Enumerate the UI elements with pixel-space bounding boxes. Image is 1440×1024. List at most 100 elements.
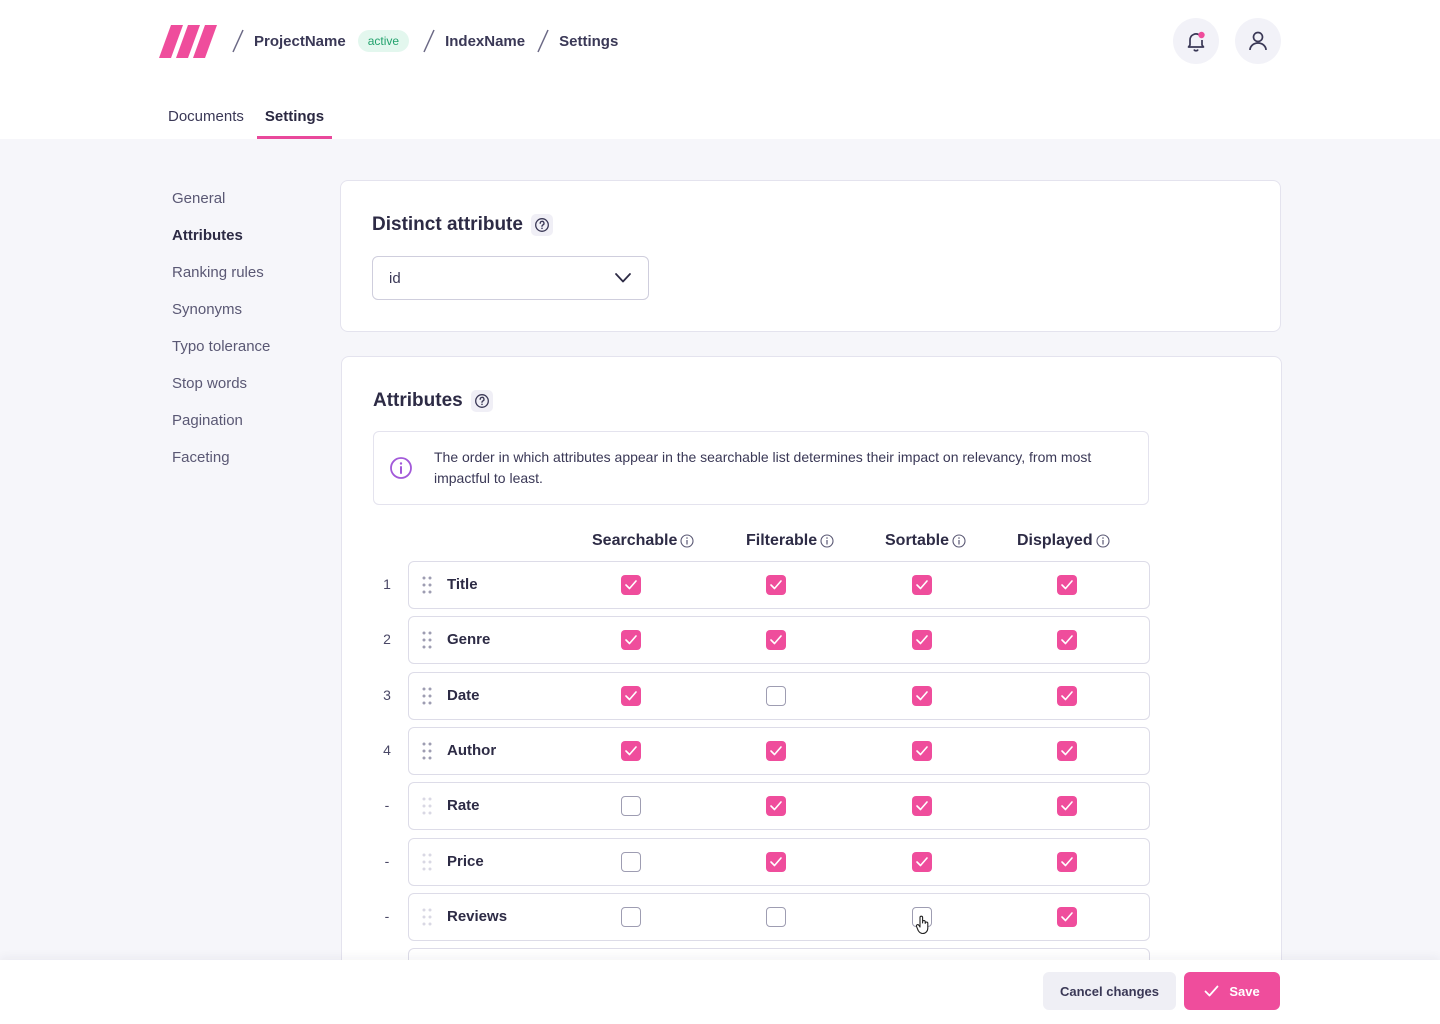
- distinct-attribute-select[interactable]: id: [372, 256, 649, 300]
- searchable-checkbox[interactable]: [621, 741, 641, 761]
- displayed-checkbox[interactable]: [1057, 630, 1077, 650]
- sortable-checkbox[interactable]: [912, 630, 932, 650]
- drag-handle-icon[interactable]: [422, 631, 432, 649]
- table-row[interactable]: Author: [408, 727, 1150, 775]
- displayed-checkbox[interactable]: [1057, 686, 1077, 706]
- help-icon[interactable]: [470, 390, 493, 412]
- filterable-checkbox[interactable]: [766, 630, 786, 650]
- chevron-down-icon: [615, 273, 631, 283]
- sidebar-item-stop-words[interactable]: Stop words: [172, 371, 270, 408]
- sortable-checkbox[interactable]: [912, 686, 932, 706]
- attribute-name: Genre: [447, 631, 491, 648]
- table-row[interactable]: Title: [408, 561, 1150, 609]
- check-icon: [1061, 857, 1073, 867]
- table-row[interactable]: Date: [408, 672, 1150, 720]
- check-icon: [1061, 746, 1073, 756]
- logo-icon[interactable]: [159, 25, 217, 58]
- profile-button[interactable]: [1235, 18, 1281, 64]
- searchable-checkbox[interactable]: [621, 907, 641, 927]
- displayed-checkbox[interactable]: [1057, 796, 1077, 816]
- slash-separator-icon: [537, 29, 549, 53]
- filterable-checkbox[interactable]: [766, 575, 786, 595]
- column-header-displayed: Displayed: [1017, 532, 1110, 550]
- drag-handle-icon[interactable]: [422, 853, 432, 871]
- searchable-checkbox[interactable]: [621, 575, 641, 595]
- table-row[interactable]: Price: [408, 838, 1150, 886]
- cancel-changes-button[interactable]: Cancel changes: [1043, 972, 1176, 1010]
- drag-handle-icon[interactable]: [422, 576, 432, 594]
- breadcrumb-project[interactable]: ProjectName: [254, 33, 346, 50]
- drag-handle-icon[interactable]: [422, 908, 432, 926]
- slash-separator-icon: [423, 29, 435, 53]
- check-icon: [1204, 985, 1219, 997]
- sidebar-item-ranking-rules[interactable]: Ranking rules: [172, 260, 270, 297]
- attribute-name: Price: [447, 853, 484, 870]
- sidebar-item-attributes[interactable]: Attributes: [172, 223, 270, 260]
- filterable-checkbox[interactable]: [766, 852, 786, 872]
- drag-handle-icon[interactable]: [422, 742, 432, 760]
- distinct-attribute-title: Distinct attribute: [372, 214, 523, 235]
- info-callout: The order in which attributes appear in …: [373, 431, 1149, 505]
- sidebar-item-pagination[interactable]: Pagination: [172, 408, 270, 445]
- check-icon: [916, 801, 928, 811]
- top-bar: ProjectName active IndexName Settings Do…: [0, 0, 1440, 139]
- bell-icon: [1187, 31, 1205, 52]
- slash-separator-icon: [232, 29, 244, 53]
- tab-bar: Documents Settings: [160, 102, 337, 139]
- column-header-sortable: Sortable: [885, 532, 966, 550]
- table-row[interactable]: Rate: [408, 782, 1150, 830]
- info-icon[interactable]: [1096, 534, 1110, 548]
- breadcrumb: ProjectName active IndexName Settings: [232, 28, 630, 54]
- sortable-checkbox[interactable]: [912, 575, 932, 595]
- column-label: Sortable: [885, 532, 950, 549]
- check-icon: [770, 801, 782, 811]
- column-header-filterable: Filterable: [746, 532, 834, 550]
- sidebar-item-typo-tolerance[interactable]: Typo tolerance: [172, 334, 270, 371]
- attribute-name: Author: [447, 742, 497, 759]
- searchable-checkbox[interactable]: [621, 630, 641, 650]
- displayed-checkbox[interactable]: [1057, 852, 1077, 872]
- searchable-checkbox[interactable]: [621, 852, 641, 872]
- drag-handle-icon[interactable]: [422, 797, 432, 815]
- info-text: The order in which attributes appear in …: [434, 449, 1092, 486]
- info-icon[interactable]: [680, 534, 694, 548]
- sortable-checkbox[interactable]: [912, 796, 932, 816]
- filterable-checkbox[interactable]: [766, 741, 786, 761]
- check-icon: [625, 635, 637, 645]
- breadcrumb-index[interactable]: IndexName: [445, 33, 525, 50]
- attribute-name: Rate: [447, 797, 480, 814]
- info-icon[interactable]: [952, 534, 966, 548]
- sortable-checkbox[interactable]: [912, 852, 932, 872]
- sidebar-item-faceting[interactable]: Faceting: [172, 445, 270, 482]
- filterable-checkbox[interactable]: [766, 686, 786, 706]
- displayed-checkbox[interactable]: [1057, 741, 1077, 761]
- check-icon: [916, 580, 928, 590]
- info-icon[interactable]: [820, 534, 834, 548]
- save-button[interactable]: Save: [1184, 972, 1280, 1010]
- distinct-attribute-heading: Distinct attribute: [372, 214, 553, 236]
- sortable-checkbox[interactable]: [912, 741, 932, 761]
- filterable-checkbox[interactable]: [766, 796, 786, 816]
- searchable-checkbox[interactable]: [621, 796, 641, 816]
- check-icon: [1061, 801, 1073, 811]
- check-icon: [770, 857, 782, 867]
- tab-documents[interactable]: Documents: [160, 102, 252, 139]
- attributes-title: Attributes: [373, 390, 463, 411]
- sidebar-item-general[interactable]: General: [172, 186, 270, 223]
- help-icon[interactable]: [530, 214, 553, 236]
- table-row[interactable]: Genre: [408, 616, 1150, 664]
- drag-handle-icon[interactable]: [422, 687, 432, 705]
- filterable-checkbox[interactable]: [766, 907, 786, 927]
- displayed-checkbox[interactable]: [1057, 907, 1077, 927]
- breadcrumb-page[interactable]: Settings: [559, 33, 618, 50]
- check-icon: [916, 691, 928, 701]
- notifications-button[interactable]: [1173, 18, 1219, 64]
- check-icon: [770, 635, 782, 645]
- tab-settings[interactable]: Settings: [256, 102, 333, 139]
- searchable-checkbox[interactable]: [621, 686, 641, 706]
- table-row[interactable]: Reviews: [408, 893, 1150, 941]
- check-icon: [770, 746, 782, 756]
- sidebar-item-synonyms[interactable]: Synonyms: [172, 297, 270, 334]
- displayed-checkbox[interactable]: [1057, 575, 1077, 595]
- row-rank: 2: [383, 631, 391, 647]
